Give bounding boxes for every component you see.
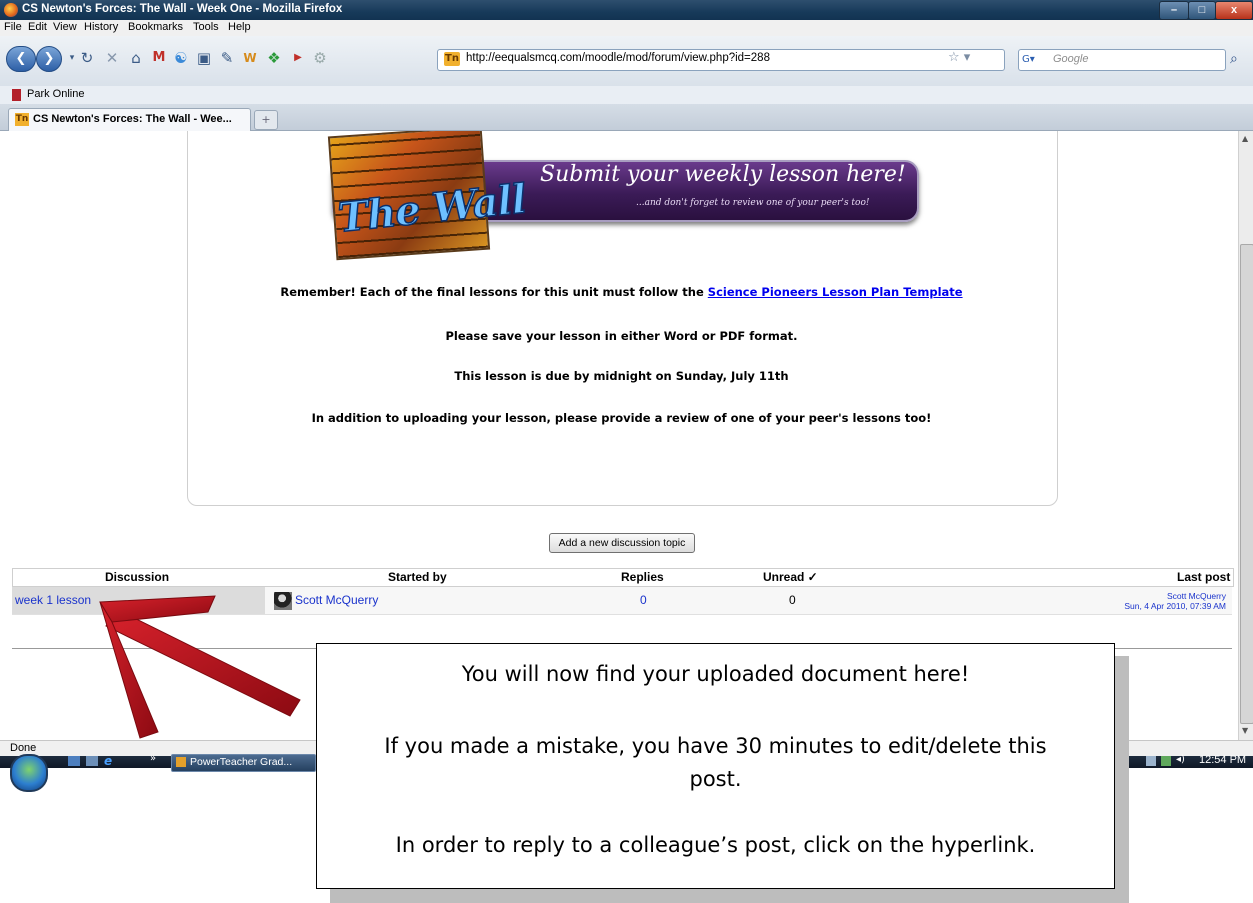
maximize-button[interactable]: □ — [1188, 1, 1216, 20]
google-apps-icon[interactable]: ❖ — [265, 49, 283, 67]
menu-bookmarks[interactable]: Bookmarks — [128, 21, 183, 33]
tab-bar: Tn CS Newton's Forces: The Wall - Wee...… — [0, 104, 1253, 131]
minimize-button[interactable]: – — [1159, 1, 1189, 20]
stop-icon[interactable]: ✕ — [103, 49, 121, 67]
tab-current[interactable]: Tn CS Newton's Forces: The Wall - Wee... — [8, 108, 251, 131]
unread-count: 0 — [789, 593, 796, 607]
settings-gear-icon[interactable]: ⚙ — [311, 49, 329, 67]
lesson-plan-template-link[interactable]: Science Pioneers Lesson Plan Template — [708, 285, 963, 299]
tray-security-icon[interactable] — [1161, 756, 1171, 766]
navigation-toolbar: ❮ ❯ ▾ ↻ ✕ ⌂ M ☯ ▣ ✎ W ❖ ▶ ⚙ Tn http://ee… — [0, 36, 1253, 87]
tray-network-icon[interactable] — [1146, 756, 1156, 766]
red-arrow-annotation — [99, 595, 301, 739]
last-post-date[interactable]: Sun, 4 Apr 2010, 07:39 AM — [1124, 601, 1226, 611]
url-text[interactable]: http://eequalsmcq.com/moodle/mod/forum/v… — [466, 52, 770, 64]
close-button[interactable]: x — [1215, 1, 1253, 20]
scroll-up-icon[interactable]: ▲ — [1242, 134, 1248, 143]
feed-icon[interactable]: ▣ — [195, 49, 213, 67]
menu-history[interactable]: History — [84, 21, 118, 33]
callout-line-2a: If you made a mistake, you have 30 minut… — [384, 734, 1047, 758]
menu-tools[interactable]: Tools — [193, 21, 219, 33]
forward-button[interactable]: ❯ — [36, 46, 62, 72]
intro-paragraph-template: Remember! Each of the final lessons for … — [187, 285, 1056, 299]
tab-label: CS Newton's Forces: The Wall - Wee... — [33, 113, 232, 125]
arrow-head-upper — [99, 595, 216, 623]
vertical-scrollbar[interactable]: ▲ ▼ — [1238, 131, 1253, 740]
clock[interactable]: 12:54 PM — [1199, 754, 1246, 766]
addon-w-icon[interactable]: W — [241, 49, 259, 67]
search-icon[interactable]: ⌕ — [1230, 51, 1238, 67]
intro-text: Remember! Each of the final lessons for … — [280, 285, 708, 299]
new-tab-button[interactable]: + — [254, 110, 278, 130]
header-last-post[interactable]: Last post — [1177, 570, 1230, 584]
scroll-thumb[interactable] — [1240, 244, 1253, 724]
callout-line-1: You will now find your uploaded document… — [461, 662, 970, 686]
messenger-icon[interactable]: ☯ — [172, 49, 190, 67]
add-discussion-topic-button[interactable]: Add a new discussion topic — [549, 533, 695, 553]
youtube-icon[interactable]: ▶ — [289, 49, 307, 67]
title-bar: CS Newton's Forces: The Wall - Week One … — [0, 0, 1253, 20]
replies-count[interactable]: 0 — [640, 593, 647, 607]
bookmark-park-online[interactable]: Park Online — [27, 88, 84, 100]
callout-line-2b: post. — [689, 767, 742, 791]
window-title: CS Newton's Forces: The Wall - Week One … — [22, 3, 343, 15]
instruction-callout: You will now find your uploaded document… — [316, 643, 1115, 889]
menu-bar: File Edit View History Bookmarks Tools H… — [0, 20, 1253, 36]
menu-help[interactable]: Help — [228, 21, 251, 33]
bookmark-star-icon[interactable]: ☆ ▾ — [948, 50, 970, 65]
intro-paragraph-review: In addition to uploading your lesson, pl… — [311, 411, 932, 425]
menu-view[interactable]: View — [53, 21, 77, 33]
intro-paragraph-format: Please save your lesson in either Word o… — [445, 329, 798, 343]
search-placeholder: Google — [1053, 53, 1089, 65]
tab-favicon: Tn — [15, 113, 29, 126]
bookmarks-toolbar: Park Online — [0, 86, 1253, 105]
gmail-icon[interactable]: M — [150, 49, 168, 67]
menu-edit[interactable]: Edit — [28, 21, 47, 33]
header-unread[interactable]: Unread ✓ — [763, 570, 818, 584]
banner-headline: Submit your weekly lesson here! — [540, 162, 906, 187]
callout-line-3: In order to reply to a colleague’s post,… — [395, 833, 1036, 857]
home-icon[interactable]: ⌂ — [127, 49, 145, 67]
volume-icon[interactable]: ◂) — [1176, 754, 1185, 765]
scroll-down-icon[interactable]: ▼ — [1242, 726, 1248, 735]
header-started-by[interactable]: Started by — [388, 570, 447, 584]
header-replies[interactable]: Replies — [621, 570, 664, 584]
bookmark-icon — [12, 89, 21, 101]
search-box[interactable]: G▾ Google — [1018, 49, 1226, 71]
last-post-author[interactable]: Scott McQuerry — [1167, 591, 1226, 601]
start-button[interactable] — [10, 754, 48, 792]
address-bar[interactable]: Tn http://eequalsmcq.com/moodle/mod/foru… — [437, 49, 1005, 71]
back-button[interactable]: ❮ — [6, 46, 36, 72]
firefox-icon — [4, 3, 18, 17]
intro-paragraph-due: This lesson is due by midnight on Sunday… — [454, 369, 789, 383]
search-engine-icon[interactable]: G▾ — [1022, 52, 1052, 67]
menu-file[interactable]: File — [4, 21, 22, 33]
banner-subtext: ...and don't forget to review one of you… — [636, 198, 870, 208]
reload-icon[interactable]: ↻ — [78, 49, 96, 67]
tools-icon[interactable]: ✎ — [218, 49, 236, 67]
site-favicon: Tn — [444, 52, 460, 66]
the-wall-banner: The Wall Submit your weekly lesson here!… — [318, 131, 928, 261]
